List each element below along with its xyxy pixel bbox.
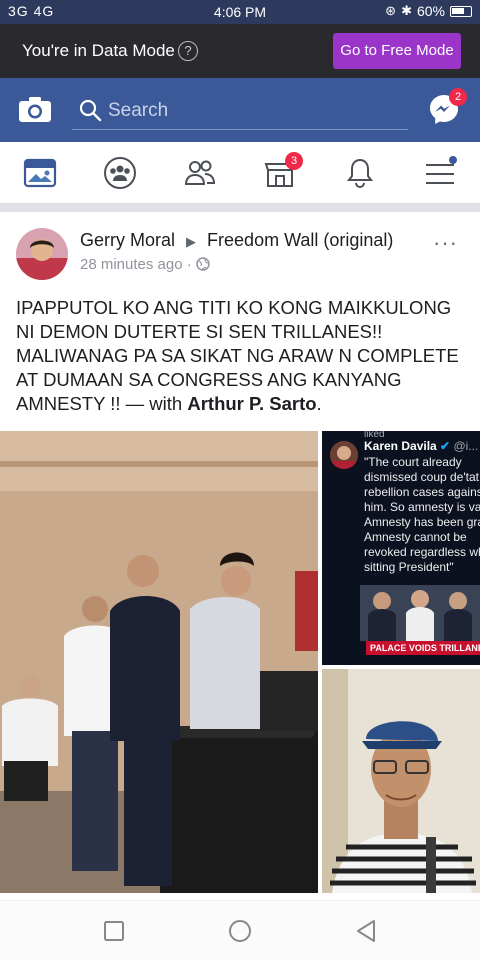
news-feed-icon[interactable] [23,156,57,190]
embed-headline: PALACE VOIDS TRILLANES A [366,641,480,655]
system-nav-bar [0,900,480,960]
search-input[interactable] [108,96,398,126]
go-to-free-mode-button[interactable]: Go to Free Mode [333,33,461,69]
post-header: Gerry Moral ▶ Freedom Wall (original) [80,230,393,251]
bluetooth-icon: ✱ [401,3,412,18]
embed-avatar [330,441,358,469]
search-box[interactable] [72,92,408,130]
post-text-end: . [316,393,322,414]
embed-author: Karen Davila ✔ @i... [364,439,478,453]
status-bar: 3G 4G 4:06 PM ⊛ ✱ 60% [0,0,480,24]
post-photo-selfie[interactable] [322,669,480,893]
alarm-icon: ⊛ [385,3,397,18]
embed-news-image [360,585,480,641]
groups-icon[interactable] [103,156,137,190]
back-icon[interactable] [352,917,380,945]
marketplace-badge: 3 [285,152,303,170]
tagged-user[interactable]: Arthur P. Sarto [187,393,316,414]
arrow-right-icon: ▶ [186,234,197,249]
top-bar: 2 [0,78,480,142]
verified-icon: ✔ [440,439,451,453]
embed-quote-line: him. So amnesty is val [364,500,480,514]
data-mode-text: You're in Data Mode [22,41,175,60]
tab-bar: 3 [0,142,480,204]
status-right: ⊛ ✱ 60% [385,3,472,19]
post-text: IPAPPUTOL KO ANG TITI KO KONG MAIKKULONG… [16,296,470,416]
embed-quote-line: dismissed coup de'tat [364,470,480,484]
group-name[interactable]: Freedom Wall (original) [207,230,393,250]
post-meta: 28 minutes ago · [80,256,210,273]
battery-icon [450,5,472,17]
embed-quote-line: "The court already [364,455,462,469]
separator-dot: · [186,256,196,273]
menu-icon[interactable] [423,156,457,190]
messenger-badge: 2 [449,88,467,106]
notifications-icon[interactable] [343,156,377,190]
camera-icon[interactable] [18,96,52,123]
embed-quote-line: sitting President" [364,560,454,574]
post-photo-main[interactable] [0,431,318,893]
friends-icon[interactable] [183,156,217,190]
author-avatar[interactable] [16,228,68,280]
author-name[interactable]: Gerry Moral [80,230,175,250]
embed-quote-line: Amnesty has been gra [364,515,480,529]
embed-quote-line: rebellion cases agains [364,485,480,499]
search-icon [79,99,102,122]
battery-percent: 60% [416,3,445,19]
embed-author-name: Karen Davila [364,439,437,453]
embed-quote: "The court already dismissed coup de'tat… [364,455,480,575]
embed-quote-line: Amnesty cannot be [364,530,467,544]
post-photo-embed[interactable]: liked Karen Davila ✔ @i... "The court al… [322,431,480,665]
embed-quote-line: revoked regardless wh [364,545,480,559]
globe-icon [196,257,210,271]
feed-post: Gerry Moral ▶ Freedom Wall (original) 28… [0,212,480,900]
more-options-button[interactable]: ··· [433,230,458,256]
feed-divider [0,204,480,212]
post-time[interactable]: 28 minutes ago [80,256,183,273]
embed-handle: @i... [453,439,479,453]
recent-apps-icon[interactable] [100,917,128,945]
data-mode-banner: You're in Data Mode ? Go to Free Mode [0,24,480,78]
home-icon[interactable] [226,917,254,945]
help-icon[interactable]: ? [178,41,198,61]
